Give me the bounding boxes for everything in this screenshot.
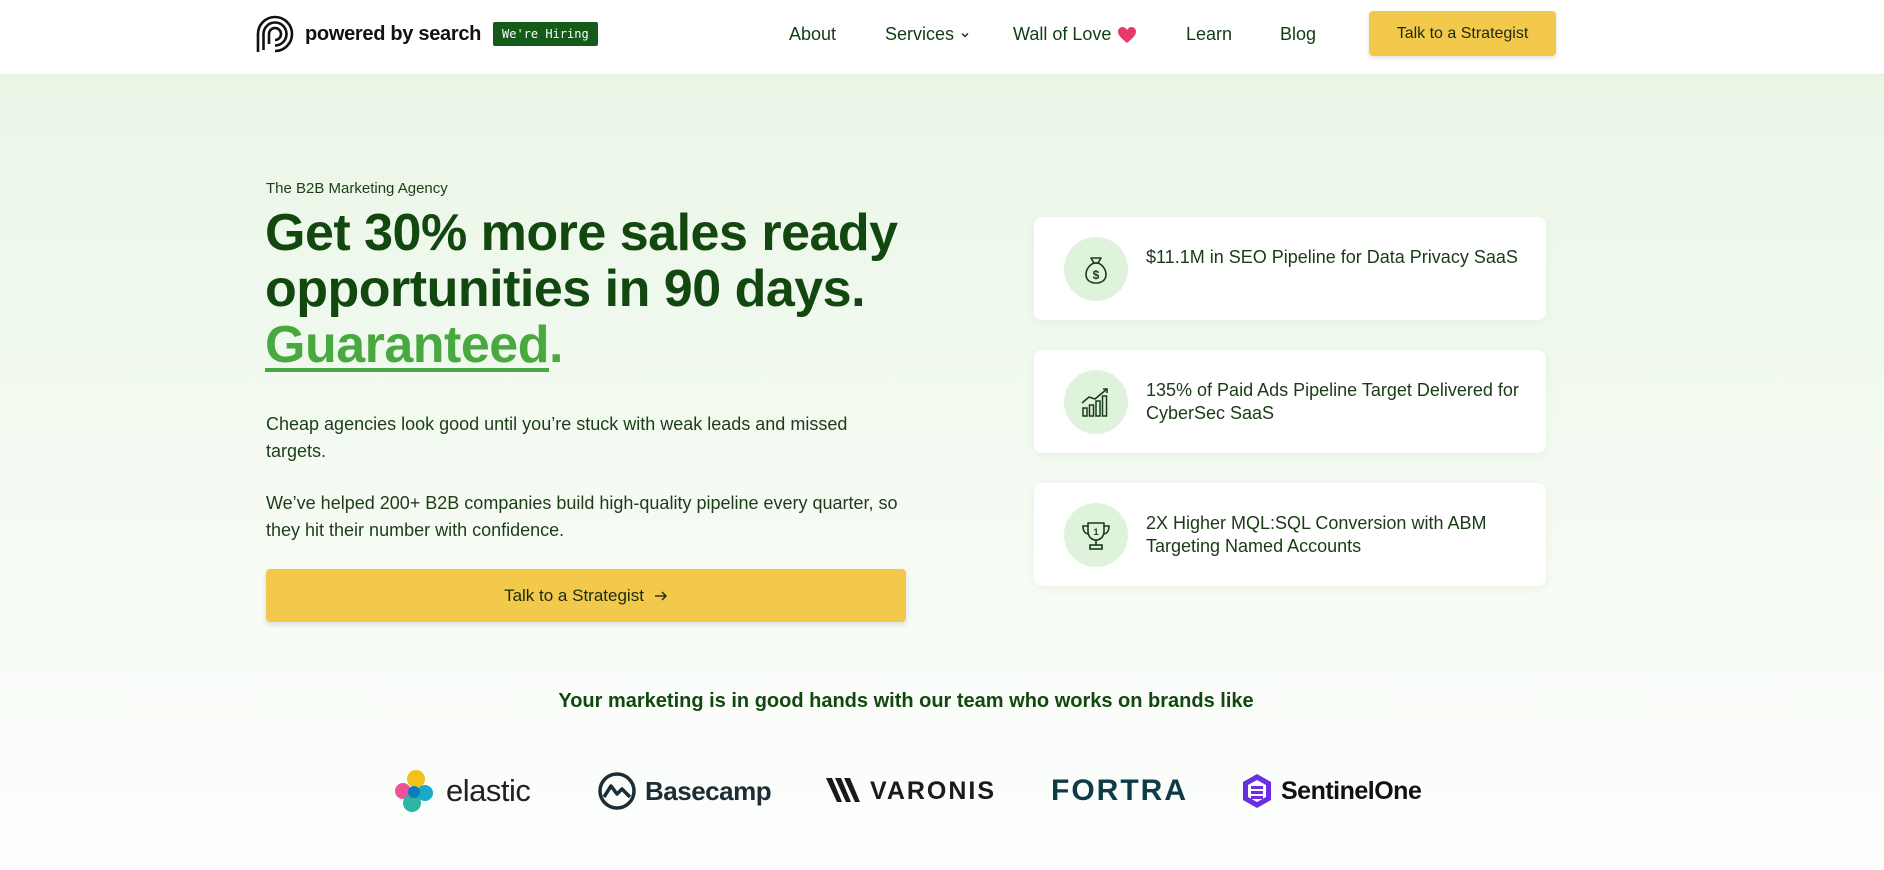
- header-cta-button[interactable]: Talk to a Strategist: [1369, 11, 1556, 56]
- brand-logo-elastic: elastic: [392, 767, 531, 815]
- hero-headline: Get 30% more sales ready opportunities i…: [265, 205, 925, 373]
- growth-chart-icon: [1064, 370, 1128, 434]
- nav-about[interactable]: About: [789, 24, 836, 45]
- stat-card-abm: 1 2X Higher MQL:SQL Conversion with ABM …: [1034, 483, 1546, 586]
- trophy-icon: 1: [1064, 503, 1128, 567]
- brand-name-sentinelone: SentinelOne: [1281, 776, 1422, 805]
- hero-cta-label: Talk to a Strategist: [504, 585, 644, 605]
- nav-about-label: About: [789, 24, 837, 44]
- brand-logo-sentinelone: SentinelOne: [1241, 767, 1422, 815]
- elastic-logo-icon: [395, 770, 433, 812]
- nav-wall-of-love[interactable]: Wall of Love: [1013, 24, 1137, 45]
- svg-text:$: $: [1093, 268, 1100, 282]
- hero-section: The B2B Marketing Agency Get 30% more sa…: [0, 75, 1884, 870]
- header-cta-label: Talk to a Strategist: [1396, 24, 1529, 42]
- hero-cta-button[interactable]: Talk to a Strategist: [266, 569, 906, 622]
- headline-punct: .: [548, 316, 563, 374]
- arrow-right-icon: [654, 591, 667, 600]
- hero-eyebrow: The B2B Marketing Agency: [266, 180, 448, 197]
- headline-line-2: opportunities in 90 days.: [265, 260, 866, 318]
- stat-card-seo: $ $11.1M in SEO Pipeline for Data Privac…: [1034, 217, 1546, 320]
- hero-paragraph-2: We’ve helped 200+ B2B companies build hi…: [266, 493, 898, 540]
- nav-blog[interactable]: Blog: [1280, 24, 1316, 45]
- brand-name-elastic: elastic: [446, 773, 531, 808]
- svg-text:1: 1: [1093, 527, 1098, 537]
- brands-heading: Your marketing is in good hands with our…: [558, 690, 1254, 712]
- money-bag-icon: $: [1064, 237, 1128, 301]
- nav-blog-label: Blog: [1280, 24, 1317, 44]
- varonis-logo-icon: [826, 778, 860, 802]
- nav-learn-label: Learn: [1186, 24, 1233, 44]
- brand-name-basecamp: Basecamp: [645, 775, 772, 806]
- stat-card-paid-ads: 135% of Paid Ads Pipeline Target Deliver…: [1034, 350, 1546, 453]
- headline-line-1: Get 30% more sales ready: [265, 204, 898, 262]
- nav-learn[interactable]: Learn: [1186, 24, 1232, 45]
- sentinelone-logo-icon: [1243, 774, 1271, 808]
- stat-text-seo: $11.1M in SEO Pipeline for Data Privacy …: [1146, 247, 1518, 267]
- brand-logo-basecamp: Basecamp: [597, 767, 772, 815]
- hiring-badge[interactable]: We're Hiring: [493, 22, 598, 46]
- logo-mark-icon: [256, 15, 294, 54]
- heart-icon: [1118, 26, 1137, 43]
- stat-text-abm: 2X Higher MQL:SQL Conversion with ABM Ta…: [1146, 513, 1487, 556]
- logo[interactable]: powered by search: [255, 14, 481, 54]
- logo-text: powered by search: [305, 22, 482, 45]
- stat-text-paid-ads: 135% of Paid Ads Pipeline Target Deliver…: [1146, 380, 1519, 423]
- basecamp-logo-icon: [598, 772, 636, 810]
- nav-services[interactable]: Services: [885, 24, 970, 45]
- brand-logo-fortra: FORTRA: [1051, 767, 1188, 815]
- nav-wall-of-love-label: Wall of Love: [1013, 24, 1112, 44]
- brand-name-fortra: FORTRA: [1051, 774, 1188, 807]
- brand-logo-varonis: VARONIS: [826, 767, 996, 815]
- hero-paragraph-1: Cheap agencies look good until you’re st…: [266, 414, 848, 461]
- chevron-down-icon: [961, 32, 969, 38]
- brand-name-varonis: VARONIS: [870, 776, 997, 805]
- nav-services-label: Services: [885, 24, 955, 44]
- site-header: powered by search We're Hiring About Ser…: [0, 0, 1884, 75]
- headline-accent: Guaranteed: [265, 316, 549, 374]
